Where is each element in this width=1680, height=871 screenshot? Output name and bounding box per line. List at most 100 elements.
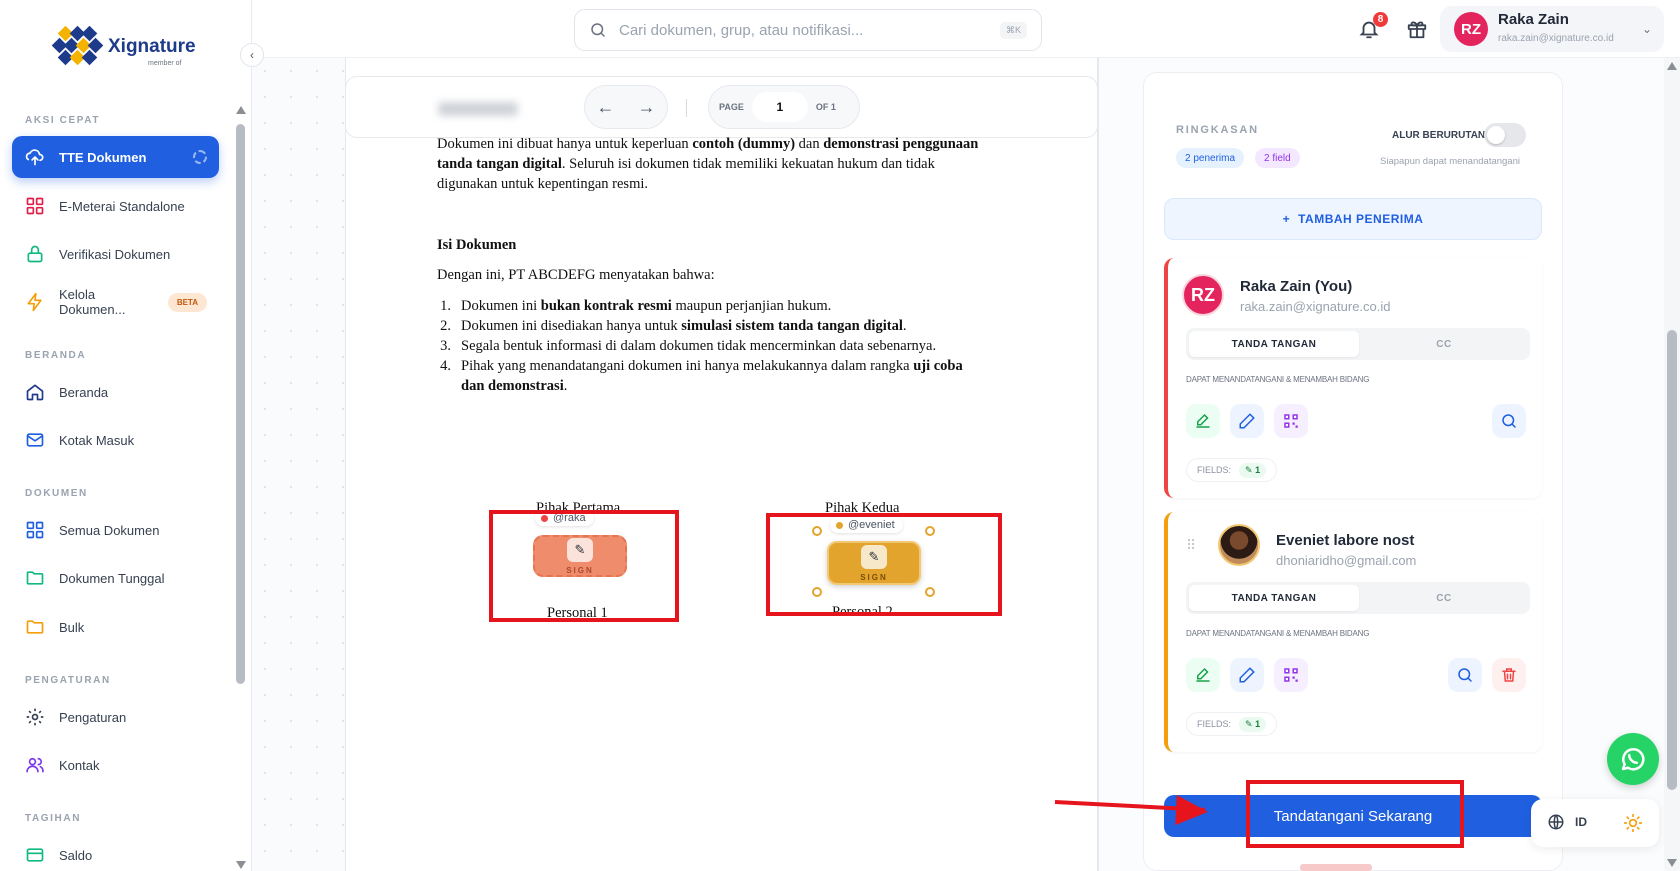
permission-label: DAPAT MENANDATANGANI & MENAMBAH BIDANG	[1186, 375, 1370, 384]
cancel-link-partial[interactable]	[1300, 864, 1372, 871]
sidebar-item-label: Pengaturan	[59, 709, 127, 725]
sidebar-item-kotak-masuk[interactable]: Kotak Masuk	[12, 419, 219, 461]
fields-count-badge: ✎ 1	[1239, 462, 1267, 478]
page-number-input[interactable]: 1	[751, 92, 808, 122]
user-menu[interactable]: RZ Raka Zain raka.zain@xignature.co.id ⌄	[1440, 6, 1664, 52]
annotation-highlight-box	[1246, 780, 1464, 848]
add-recipient-button[interactable]: + TAMBAH PENERIMA	[1164, 198, 1542, 240]
mail-icon	[26, 433, 44, 447]
signature-icon	[1196, 667, 1210, 682]
sidebar-item-dokumen-tunggal[interactable]: Dokumen Tunggal	[12, 557, 219, 599]
scroll-down-icon[interactable]	[1667, 859, 1677, 867]
sidebar-item-kelola-dokumen[interactable]: Kelola Dokumen... BETA	[12, 281, 219, 323]
doc-heading: Isi Dokumen	[437, 237, 517, 253]
fields-summary: FIELDS: ✎ 1	[1186, 712, 1278, 736]
search-input[interactable]: Cari dokumen, grup, atau notifikasi...	[619, 22, 988, 39]
qr-code-icon	[1284, 668, 1298, 682]
home-icon	[26, 384, 44, 401]
sidebar-item-semua-dokumen[interactable]: Semua Dokumen	[12, 509, 219, 551]
sidebar-item-bulk[interactable]: Bulk	[12, 606, 219, 648]
preview-button[interactable]	[1492, 404, 1526, 438]
doc-list: 1. Dokumen ini bukan kontrak resmi maupun…	[437, 296, 1017, 396]
whatsapp-icon	[1621, 748, 1645, 771]
whatsapp-button[interactable]	[1607, 733, 1659, 785]
card-icon	[26, 848, 44, 862]
folder-icon	[26, 620, 44, 634]
plus-icon: +	[1282, 212, 1291, 226]
brand-logo[interactable]: Xignature member of	[51, 25, 196, 68]
logo-mark-icon	[51, 25, 104, 68]
brand-sub: member of	[148, 60, 182, 67]
sidebar: Xignature member of AKSI CEPAT TTE Dokum…	[0, 0, 252, 871]
grid-icon	[26, 521, 44, 539]
page-control: PAGE 1 OF 1	[708, 85, 860, 129]
sidebar-item-e-meterai[interactable]: E-Meterai Standalone	[12, 185, 219, 227]
scrollbar-thumb[interactable]	[236, 124, 245, 684]
sidebar-item-label: Dokumen Tunggal	[59, 570, 165, 586]
arrow-right-icon[interactable]: →	[638, 97, 656, 118]
arrow-left-icon[interactable]: ←	[597, 97, 615, 118]
sidebar-item-saldo[interactable]: Saldo	[12, 834, 219, 871]
loading-indicator-icon	[193, 150, 207, 164]
signature-tool-button[interactable]	[1186, 658, 1220, 692]
sidebar-item-kontak[interactable]: Kontak	[12, 744, 219, 786]
sidebar-scrollbar[interactable]	[235, 106, 246, 871]
sidebar-item-label: Beranda	[59, 384, 109, 400]
sidebar-item-verifikasi[interactable]: Verifikasi Dokumen	[12, 233, 219, 275]
tab-cc[interactable]: CC	[1360, 331, 1528, 357]
tab-tanda-tangan[interactable]: TANDA TANGAN	[1189, 585, 1359, 611]
preview-button[interactable]	[1448, 658, 1482, 692]
brand-name: Xignature	[108, 36, 196, 57]
section-pengaturan: PENGATURAN	[25, 675, 111, 686]
annotation-highlight-box	[766, 513, 1002, 616]
annotation-arrow-head	[1175, 795, 1209, 827]
fields-count-pill: 2 field	[1255, 148, 1300, 168]
list-item: 3. Segala bentuk informasi di dalam dokum…	[440, 338, 937, 354]
doc-lead: Dengan ini, PT ABCDEFG menyatakan bahwa:	[437, 267, 715, 283]
delete-recipient-button[interactable]	[1492, 658, 1526, 692]
section-dokumen: DOKUMEN	[25, 488, 88, 499]
sidebar-item-label: Semua Dokumen	[59, 522, 160, 538]
paraf-tool-button[interactable]	[1230, 404, 1264, 438]
sidebar-item-pengaturan[interactable]: Pengaturan	[12, 696, 219, 738]
trash-icon	[1502, 668, 1516, 682]
list-item: 1. Dokumen ini bukan kontrak resmi maupun…	[440, 298, 832, 314]
scroll-up-icon[interactable]	[236, 106, 246, 114]
search-bar[interactable]: Cari dokumen, grup, atau notifikasi... ⌘…	[574, 9, 1042, 51]
language-theme-switcher: ID	[1531, 799, 1659, 847]
sequential-flow-hint: Siapapun dapat menandatangani	[1380, 156, 1520, 167]
scrollbar-thumb[interactable]	[1667, 330, 1677, 790]
recipient-avatar: RZ	[1182, 274, 1224, 316]
scroll-down-icon[interactable]	[236, 861, 246, 869]
page-nav: ← →	[584, 85, 668, 129]
sequential-flow-label: ALUR BERURUTAN	[1392, 130, 1486, 141]
drag-handle-icon[interactable]: ⠿	[1186, 537, 1196, 554]
globe-icon[interactable]	[1547, 813, 1565, 831]
collapse-sidebar-button[interactable]: ‹	[240, 43, 264, 67]
notification-badge: 8	[1373, 12, 1388, 27]
list-item: 2. Dokumen ini disediakan hanya untuk sim…	[440, 318, 907, 334]
tab-tanda-tangan[interactable]: TANDA TANGAN	[1189, 331, 1359, 357]
paraf-tool-button[interactable]	[1230, 658, 1264, 692]
sidebar-item-beranda[interactable]: Beranda	[12, 371, 219, 413]
sun-icon[interactable]	[1623, 813, 1643, 833]
chevron-left-icon: ‹	[250, 48, 254, 62]
scroll-up-icon[interactable]	[1667, 62, 1677, 70]
sidebar-item-label: E-Meterai Standalone	[59, 198, 185, 214]
sequential-flow-toggle[interactable]	[1484, 123, 1526, 147]
sidebar-item-tte-dokumen[interactable]: TTE Dokumen	[12, 136, 219, 178]
viewer-toolbar: ← → PAGE 1 OF 1	[345, 76, 1098, 138]
fields-summary: FIELDS: ✎ 1	[1186, 458, 1278, 482]
language-code[interactable]: ID	[1575, 815, 1587, 829]
tab-cc[interactable]: CC	[1360, 585, 1528, 611]
signature-tool-button[interactable]	[1186, 404, 1220, 438]
main-scrollbar[interactable]	[1664, 58, 1680, 871]
gift-icon[interactable]	[1406, 18, 1428, 40]
cloud-upload-icon	[25, 149, 44, 166]
qr-tool-button[interactable]	[1274, 658, 1308, 692]
recipients-count-pill: 2 penerima	[1176, 148, 1245, 168]
sidebar-item-label: Kontak	[59, 757, 100, 773]
recipient-name: Raka Zain (You)	[1240, 278, 1353, 295]
sidebar-item-label: Bulk	[59, 619, 85, 635]
qr-tool-button[interactable]	[1274, 404, 1308, 438]
